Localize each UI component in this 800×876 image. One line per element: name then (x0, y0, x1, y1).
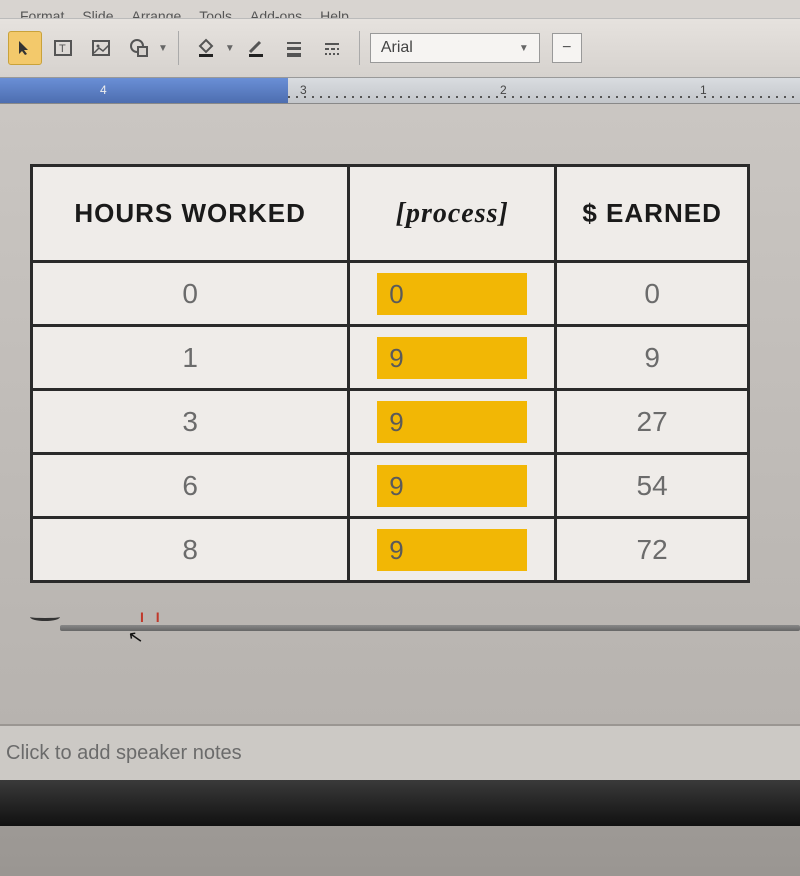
ruler-margin-region (0, 78, 288, 103)
col-header-earned[interactable]: $ EARNED (556, 166, 749, 262)
process-highlight: 0 (377, 273, 527, 315)
toolbar-separator-2 (359, 31, 360, 65)
timeline-scrubber[interactable]: I I ↖ (0, 603, 800, 653)
table-row: 8 9 72 (32, 518, 749, 582)
toolbar-separator (178, 31, 179, 65)
ruler-mark: 1 (700, 83, 707, 97)
speaker-notes-area[interactable]: Click to add speaker notes (0, 724, 800, 780)
cell-hours[interactable]: 8 (32, 518, 349, 582)
ruler-tab-dots (288, 96, 800, 98)
process-highlight: 9 (377, 401, 527, 443)
cell-process[interactable]: 9 (349, 326, 556, 390)
cell-hours[interactable]: 3 (32, 390, 349, 454)
cell-hours[interactable]: 6 (32, 454, 349, 518)
fill-color-button[interactable] (189, 31, 223, 65)
horizontal-ruler: 4 3 2 1 (0, 78, 800, 104)
cell-earned[interactable]: 0 (556, 262, 749, 326)
menu-bar: Format Slide Arrange Tools Add-ons Help (0, 0, 800, 18)
table-header-row: HOURS WORKED [process] $ EARNED (32, 166, 749, 262)
screen-bezel (0, 780, 800, 826)
data-table[interactable]: HOURS WORKED [process] $ EARNED 0 0 0 1 … (30, 164, 750, 583)
process-highlight: 9 (377, 529, 527, 571)
cell-process[interactable]: 9 (349, 518, 556, 582)
toolbar: T ▼ ▼ Arial ▼ − (0, 18, 800, 78)
ruler-mark: 4 (100, 83, 107, 97)
shape-tool-button[interactable] (122, 31, 156, 65)
menu-addons[interactable]: Add-ons (250, 8, 302, 18)
menu-format[interactable]: Format (20, 8, 64, 18)
cell-process[interactable]: 0 (349, 262, 556, 326)
table-row: 6 9 54 (32, 454, 749, 518)
table-row: 3 9 27 (32, 390, 749, 454)
font-name-label: Arial (381, 39, 413, 57)
cell-hours[interactable]: 1 (32, 326, 349, 390)
font-selector[interactable]: Arial ▼ (370, 33, 540, 63)
cell-earned[interactable]: 72 (556, 518, 749, 582)
shape-dropdown-caret[interactable]: ▼ (158, 43, 168, 54)
svg-text:T: T (59, 43, 66, 55)
cell-process[interactable]: 9 (349, 454, 556, 518)
timeline-track[interactable] (60, 625, 800, 631)
table-row: 0 0 0 (32, 262, 749, 326)
line-color-button[interactable] (239, 31, 273, 65)
line-dash-button[interactable] (315, 31, 349, 65)
slide-canvas[interactable]: HOURS WORKED [process] $ EARNED 0 0 0 1 … (0, 104, 800, 724)
cell-process[interactable]: 9 (349, 390, 556, 454)
textbox-tool-button[interactable]: T (46, 31, 80, 65)
menu-help[interactable]: Help (320, 8, 349, 18)
speaker-notes-placeholder: Click to add speaker notes (6, 742, 242, 765)
table-row: 1 9 9 (32, 326, 749, 390)
cell-hours[interactable]: 0 (32, 262, 349, 326)
image-tool-button[interactable] (84, 31, 118, 65)
decrease-font-button[interactable]: − (552, 33, 582, 63)
fill-dropdown-caret[interactable]: ▼ (225, 43, 235, 54)
select-tool-button[interactable] (8, 31, 42, 65)
ruler-mark: 2 (500, 83, 507, 97)
line-weight-button[interactable] (277, 31, 311, 65)
process-highlight: 9 (377, 465, 527, 507)
menu-arrange[interactable]: Arrange (131, 8, 181, 18)
menu-slide[interactable]: Slide (82, 8, 113, 18)
col-header-process[interactable]: [process] (349, 166, 556, 262)
menu-tools[interactable]: Tools (199, 8, 232, 18)
col-header-hours[interactable]: HOURS WORKED (32, 166, 349, 262)
process-highlight: 9 (377, 337, 527, 379)
timeline-red-marks: I I (140, 609, 164, 625)
cell-earned[interactable]: 27 (556, 390, 749, 454)
font-caret-icon: ▼ (519, 43, 529, 54)
ruler-mark: 3 (300, 83, 307, 97)
cell-earned[interactable]: 9 (556, 326, 749, 390)
cell-earned[interactable]: 54 (556, 454, 749, 518)
timeline-start-mark (30, 613, 60, 621)
